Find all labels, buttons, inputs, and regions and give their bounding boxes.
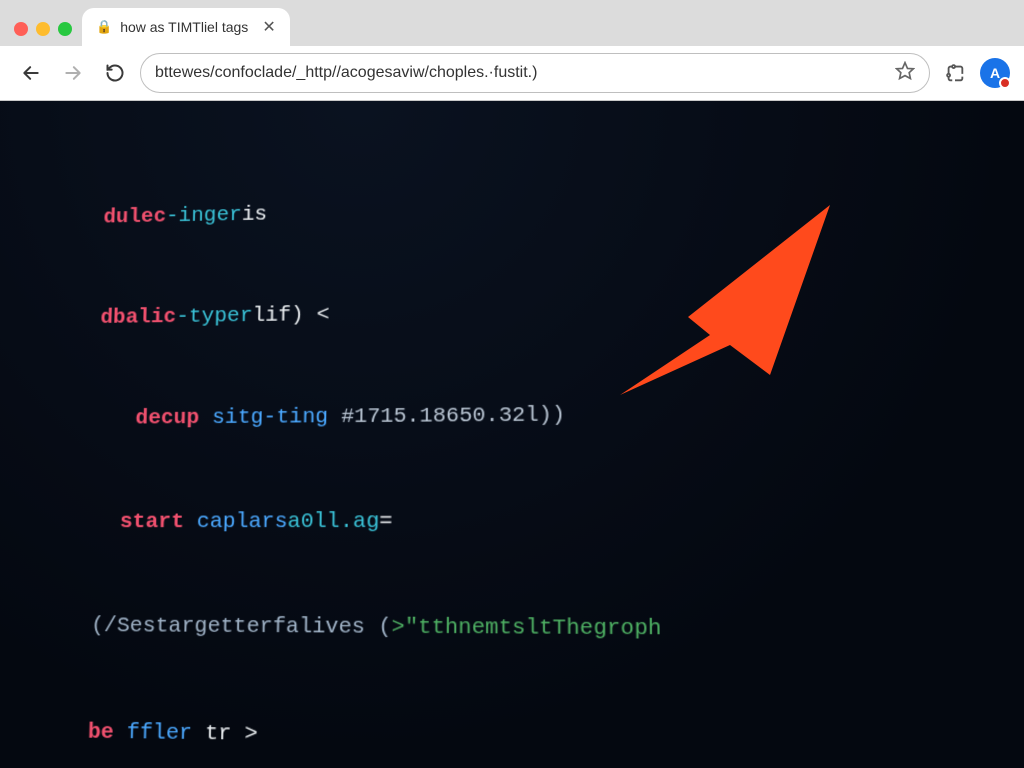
bookmark-star-icon[interactable]: [895, 61, 915, 86]
profile-avatar[interactable]: A: [980, 58, 1010, 88]
tab-close-icon[interactable]: ✕: [262, 17, 275, 37]
window-controls: [8, 22, 82, 46]
back-button[interactable]: [14, 56, 48, 90]
lock-icon: 🔒: [96, 19, 112, 35]
code-block: dulec-ingeris dbalic-typerlif) < decup s…: [0, 100, 1024, 768]
code-line: decup sitg-ting #1715.18650.32l)): [97, 395, 1024, 437]
tab-strip: 🔒 how as TIMTliel tags ✕: [0, 0, 1024, 46]
code-line: dulec-ingeris: [103, 183, 1024, 235]
reload-button[interactable]: [98, 56, 132, 90]
window-minimize-dot[interactable]: [36, 22, 50, 36]
window-close-dot[interactable]: [14, 22, 28, 36]
code-line: be ffler tr >: [87, 715, 1024, 763]
url-input[interactable]: [155, 64, 895, 82]
code-line: (/Sestargetterfalives (>"tthnemtsltThegr…: [91, 609, 1024, 650]
toolbar: A: [0, 46, 1024, 100]
browser-tab[interactable]: 🔒 how as TIMTliel tags ✕: [82, 8, 290, 46]
extensions-icon[interactable]: [938, 56, 972, 90]
address-bar[interactable]: [140, 53, 930, 93]
code-line: start caplarsa0ll.ag=: [94, 503, 1024, 540]
code-line: dbalic-typerlif) <: [100, 288, 1024, 335]
page-viewport: dulec-ingeris dbalic-typerlif) < decup s…: [0, 100, 1024, 768]
tab-title: how as TIMTliel tags: [120, 19, 248, 35]
forward-button[interactable]: [56, 56, 90, 90]
browser-chrome: 🔒 how as TIMTliel tags ✕ A: [0, 0, 1024, 101]
window-zoom-dot[interactable]: [58, 22, 72, 36]
